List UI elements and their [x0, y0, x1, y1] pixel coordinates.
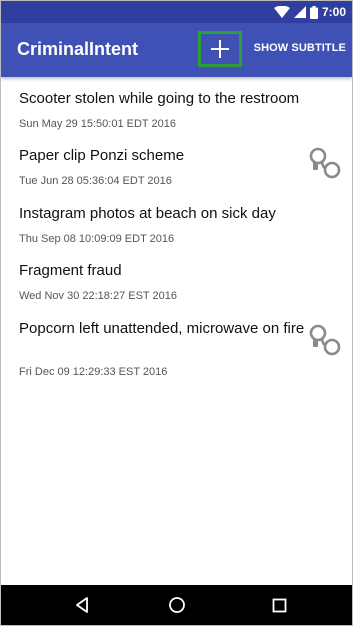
back-button[interactable] — [57, 585, 107, 625]
crime-date: Thu Sep 08 10:09:09 EDT 2016 — [19, 233, 175, 245]
show-subtitle-button[interactable]: SHOW SUBTITLE — [254, 41, 346, 55]
crime-list-item[interactable]: Popcorn left unattended, microwave on fi… — [1, 319, 352, 385]
recents-button[interactable] — [254, 585, 304, 625]
crime-date: Tue Jun 28 05:36:04 EDT 2016 — [19, 175, 172, 187]
back-icon — [76, 597, 88, 613]
crime-title: Popcorn left unattended, microwave on fi… — [19, 320, 305, 337]
crime-list-item[interactable]: Paper clip Ponzi scheme Tue Jun 28 05:36… — [1, 146, 352, 202]
signal-icon — [293, 6, 306, 18]
plus-icon — [211, 40, 229, 58]
crime-title: Paper clip Ponzi scheme — [19, 147, 185, 164]
app-title: CriminalIntent — [17, 39, 139, 59]
crime-date: Fri Dec 09 12:29:33 EST 2016 — [19, 366, 168, 378]
app-bar: CriminalIntent SHOW SUBTITLE — [1, 23, 352, 77]
crime-date: Wed Nov 30 22:18:27 EST 2016 — [19, 290, 177, 302]
navigation-bar — [1, 585, 352, 625]
add-crime-button[interactable] — [198, 31, 242, 67]
crime-list-item[interactable]: Scooter stolen while going to the restro… — [1, 89, 352, 145]
battery-icon — [309, 5, 318, 19]
crime-title: Fragment fraud — [19, 262, 122, 279]
home-icon — [169, 597, 185, 613]
app-window: 7:00 CriminalIntent SHOW SUBTITLE Scoote… — [0, 0, 353, 626]
crime-date: Sun May 29 15:50:01 EDT 2016 — [19, 118, 176, 130]
home-button[interactable] — [152, 585, 202, 625]
crime-list-item[interactable]: Fragment fraud Wed Nov 30 22:18:27 EST 2… — [1, 261, 352, 317]
wifi-icon — [273, 6, 290, 18]
handcuffs-icon — [309, 147, 341, 179]
crime-list-item[interactable]: Instagram photos at beach on sick day Th… — [1, 204, 352, 260]
crime-title: Instagram photos at beach on sick day — [19, 205, 276, 222]
status-icons: 7:00 — [273, 4, 346, 20]
status-time: 7:00 — [321, 5, 346, 19]
recents-icon — [272, 598, 286, 612]
handcuffs-icon — [309, 324, 341, 356]
status-bar: 7:00 — [1, 1, 352, 23]
crime-title: Scooter stolen while going to the restro… — [19, 90, 300, 107]
